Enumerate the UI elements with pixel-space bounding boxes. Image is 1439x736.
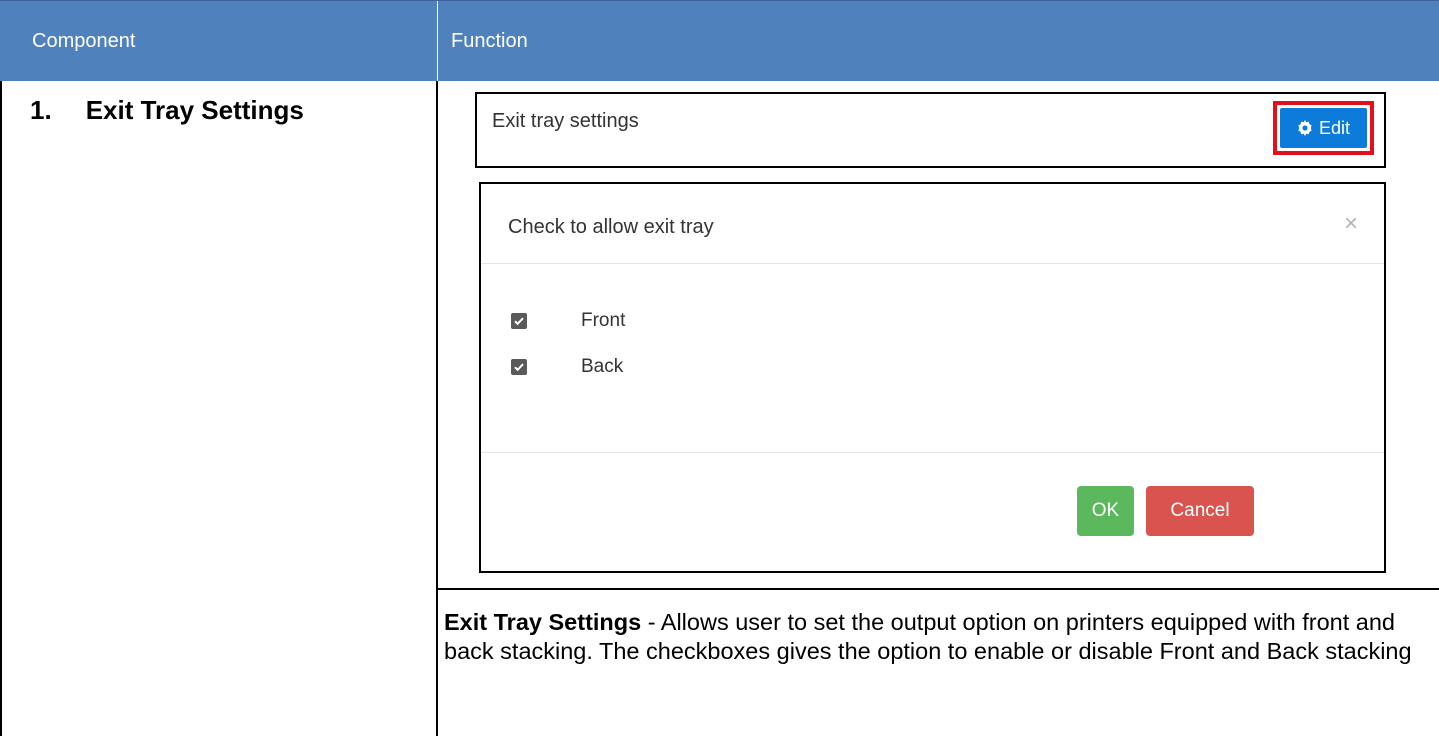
modal-footer-divider (481, 452, 1384, 453)
table-header-row: Component Function (0, 0, 1439, 82)
component-title: 1. Exit Tray Settings (30, 95, 304, 126)
exit-tray-settings-panel: Exit tray settings Edit (475, 92, 1386, 168)
modal-header-divider (481, 263, 1384, 264)
option-back[interactable]: Back (511, 356, 623, 378)
description-term: Exit Tray Settings (444, 609, 642, 635)
header-divider (437, 1, 438, 82)
exit-tray-modal: Check to allow exit tray × Front Back OK… (479, 182, 1386, 573)
edit-button[interactable]: Edit (1280, 108, 1367, 148)
component-name: Exit Tray Settings (85, 95, 304, 125)
ok-button[interactable]: OK (1077, 486, 1134, 536)
option-front[interactable]: Front (511, 310, 625, 332)
modal-title: Check to allow exit tray (508, 216, 714, 238)
checkmark-icon (514, 317, 524, 326)
front-checkbox[interactable] (511, 313, 527, 329)
table-left-border (0, 81, 2, 736)
edit-highlight-box: Edit (1273, 101, 1374, 155)
header-component: Component (32, 30, 136, 52)
front-label: Front (581, 310, 626, 331)
cancel-button[interactable]: Cancel (1146, 486, 1254, 536)
table-column-divider (436, 81, 438, 736)
settings-panel-title: Exit tray settings (492, 110, 639, 132)
header-function: Function (451, 30, 528, 52)
component-number: 1. (30, 95, 52, 125)
function-row-divider (436, 588, 1439, 590)
close-icon[interactable]: × (1344, 210, 1358, 238)
function-description: Exit Tray Settings - Allows user to set … (444, 608, 1424, 666)
back-checkbox[interactable] (511, 359, 527, 375)
component-table: Component Function 1. Exit Tray Settings… (0, 0, 1439, 736)
checkmark-icon (514, 363, 524, 372)
gear-icon (1298, 120, 1312, 136)
back-label: Back (581, 356, 624, 377)
edit-button-label: Edit (1318, 117, 1351, 138)
